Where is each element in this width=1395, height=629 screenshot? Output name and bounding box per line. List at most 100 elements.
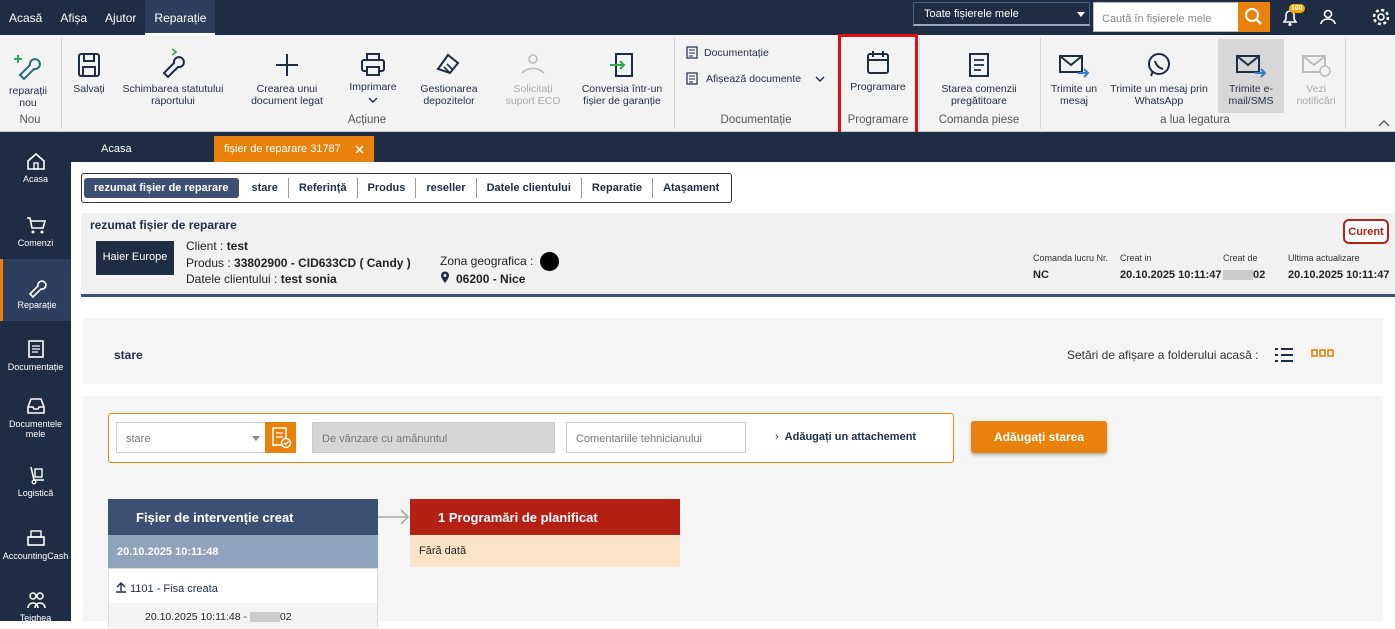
technician-comment-input[interactable]: Comentariile tehnicianului	[566, 422, 746, 453]
send-email-sms-button[interactable]: Trimite e-mail/SMS	[1218, 39, 1284, 113]
gear-icon[interactable]	[1370, 6, 1392, 28]
sidebar-item-comenzi[interactable]: Comenzi	[0, 214, 71, 248]
user-icon[interactable]	[1317, 6, 1339, 28]
subtab-atasament[interactable]: Atașament	[653, 178, 729, 198]
search-input[interactable]: Caută în fișierele mele	[1093, 2, 1239, 32]
eco-support-button: Solicitați suport ECO	[498, 49, 568, 107]
search-icon	[1245, 8, 1262, 25]
client-label: Client :	[186, 239, 227, 253]
wrench-icon	[162, 48, 185, 79]
sidebar-label: Documentație	[7, 362, 64, 372]
status-picker-button[interactable]	[265, 422, 296, 453]
sale-type-field[interactable]: De vânzare cu amănuntul	[312, 422, 555, 453]
view-notifications-button: Vezi notificări	[1288, 51, 1344, 107]
eco-icon	[521, 54, 545, 74]
subtab-reparatie[interactable]: Reparatie	[582, 178, 654, 198]
create-document-button[interactable]: Crearea unui document legat	[236, 51, 338, 107]
sidebar-item-logistica[interactable]: Logistică	[0, 464, 71, 498]
created-label: Creat in	[1120, 253, 1152, 263]
card-created-item-suffix: 02	[279, 611, 292, 623]
list-view-icon[interactable]	[1274, 347, 1294, 363]
sidebar: Acasa Comenzi Reparație Documentație Doc…	[0, 132, 71, 623]
print-label: Imprimare	[349, 81, 397, 93]
product-label: Produs :	[186, 256, 235, 270]
card-created-title: Fișier de intervenție creat	[108, 499, 378, 535]
tab-repair-file[interactable]: fișier de reparare 31787	[214, 136, 374, 162]
save-button[interactable]: Salvați	[66, 51, 112, 95]
document-tabs: Acasa fișier de reparare 31787	[71, 132, 1395, 162]
card-created-item: 1101 - Fisa creata	[115, 581, 218, 595]
send-whatsapp-label: Trimite un mesaj prin WhatsApp	[1110, 83, 1208, 107]
add-attachment-link[interactable]: › Adăugați un attachement	[775, 431, 916, 443]
created-value: 20.10.2025 10:11:47	[1120, 269, 1222, 281]
notification-badge: 100	[1289, 4, 1305, 13]
subtab-datele-clientului[interactable]: Datele clientului	[477, 178, 582, 198]
updated-label: Ultima actualizare	[1288, 253, 1360, 263]
sidebar-item-accountingcash[interactable]: AccountingCash	[0, 527, 71, 561]
tab-acasa[interactable]: Acasa	[91, 136, 211, 162]
mail-check-icon	[1302, 55, 1331, 77]
sidebar-label: Tejghea	[19, 613, 52, 623]
parts-status-label: Starea comenzii pregătitoare	[941, 83, 1017, 107]
group-contact: a lua legatura	[1160, 114, 1230, 126]
document-icon	[686, 72, 698, 85]
send-whatsapp-button[interactable]: Trimite un mesaj prin WhatsApp	[1106, 51, 1212, 107]
send-email-sms-label: Trimite e-mail/SMS	[1228, 83, 1274, 107]
chevron-up-icon[interactable]	[1378, 119, 1390, 129]
sidebar-item-documentele-mele[interactable]: Documentele mele	[0, 395, 71, 439]
column-view-icon[interactable]	[1311, 348, 1335, 358]
search-button[interactable]	[1238, 2, 1270, 32]
add-attachment-label: Adăugați un attachement	[784, 431, 917, 443]
send-message-button[interactable]: Trimite un mesaj	[1044, 51, 1104, 107]
document-icon	[686, 46, 698, 59]
wrench-plus-icon	[14, 55, 41, 81]
menu-acasa[interactable]: Acasă	[0, 0, 51, 35]
home-icon	[26, 152, 45, 170]
group-documentatie: Documentație	[720, 114, 792, 126]
add-status-button[interactable]: Adăugați starea	[971, 421, 1107, 453]
sidebar-item-acasa[interactable]: Acasa	[0, 150, 71, 184]
change-status-button[interactable]: Schimbarea statutului raportului	[117, 47, 229, 107]
convert-warranty-button[interactable]: Conversia într-un fișier de garanție	[574, 51, 670, 107]
group-comanda-piese: Comanda piese	[938, 114, 1020, 126]
file-filter-select[interactable]: Toate fișierele mele	[913, 2, 1090, 26]
customer-value: test sonia	[280, 272, 337, 286]
sidebar-item-reparatie[interactable]: Reparație	[0, 259, 71, 321]
eco-support-label: Solicitați suport ECO	[505, 83, 561, 107]
show-documents-button[interactable]: Afișează documente	[686, 72, 830, 85]
customer-line: Datele clientului : test sonia	[186, 272, 337, 286]
parts-status-button[interactable]: Starea comenzii pregătitoare	[922, 51, 1036, 107]
menu-ajutor[interactable]: Ajutor	[96, 0, 145, 35]
sidebar-item-tejghea[interactable]: Tejghea	[0, 589, 71, 623]
sidebar-item-documentatie[interactable]: Documentație	[0, 338, 71, 372]
menu-reparatie[interactable]: Reparație	[145, 0, 216, 35]
print-button[interactable]: Imprimare	[342, 51, 404, 105]
manage-deposits-button[interactable]: Gestionarea depozitelor	[413, 49, 485, 107]
card-created-item-date: 20.10.2025 10:11:48 - 02	[145, 611, 292, 623]
create-document-label: Crearea unui document legat	[251, 83, 323, 107]
card-planning-title: 1 Programări de planificat	[410, 499, 680, 535]
sidebar-label: AccountingCash	[2, 551, 69, 561]
subtabs: rezumat fișier de reparare stare Referin…	[81, 173, 733, 203]
summary-title: rezumat fișier de reparare	[90, 218, 237, 232]
new-repair-button[interactable]: reparații nou	[4, 51, 52, 109]
menu-afisa[interactable]: Afișa	[51, 0, 96, 35]
subtab-referinta[interactable]: Referință	[289, 178, 358, 198]
status-select[interactable]: stare	[116, 422, 266, 453]
documentatie-button[interactable]: Documentație	[686, 46, 786, 59]
cart-icon	[26, 217, 46, 234]
close-icon[interactable]	[355, 145, 364, 154]
chevron-down-icon	[368, 97, 378, 103]
plus-icon	[276, 54, 298, 76]
group-actiune: Acțiune	[347, 114, 387, 126]
sidebar-label: Reparație	[17, 300, 57, 310]
client-value: test	[226, 239, 249, 253]
display-settings-label: Setări de afișare a folderului acasă :	[1067, 348, 1259, 362]
subtab-reseller[interactable]: reseller	[416, 178, 477, 198]
subtab-rezumat[interactable]: rezumat fișier de reparare	[84, 178, 239, 198]
subtab-stare[interactable]: stare	[242, 178, 289, 198]
map-pin-icon	[441, 271, 449, 283]
product-value: 33802900 - CID633CD ( Candy )	[234, 256, 411, 270]
subtab-produs[interactable]: Produs	[358, 178, 417, 198]
status-badge: Curent	[1343, 219, 1389, 244]
